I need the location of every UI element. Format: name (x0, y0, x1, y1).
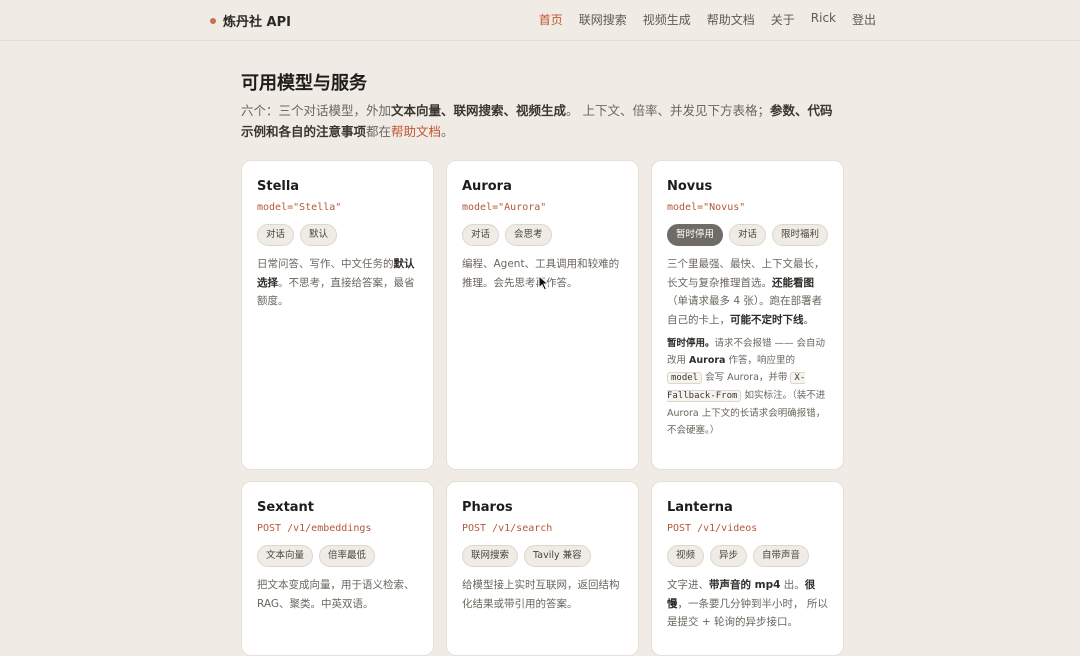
brand-logo[interactable]: 炼丹社 API (210, 11, 291, 30)
card-title: Sextant (257, 500, 315, 515)
desc-text: 文字进、 (667, 579, 709, 591)
intro-text: 都在 (366, 124, 392, 139)
desc-text: 日常问答、写作、中文任务的 (257, 258, 394, 270)
suspension-note: 暂时停用。请求不会报错 —— 会自动改用 Aurora 作答，响应里的 mode… (667, 335, 828, 439)
tag-video: 视频 (667, 545, 705, 567)
tag-chat: 对话 (462, 224, 500, 246)
card-title: Lanterna (667, 500, 733, 515)
tag-suspended: 暂时停用 (667, 224, 723, 246)
desc-highlight-vision: 还能看图 (772, 276, 814, 289)
card-title: Stella (257, 179, 300, 194)
service-card-sextant: Sextant POST /v1/embeddings 文本向量 倍率最低 把文… (241, 481, 434, 656)
tag-with-audio: 自带声音 (753, 545, 810, 567)
note-text: 作答，响应里的 (725, 355, 795, 366)
card-model-code: model="Stella" (257, 202, 342, 213)
card-description: 三个里最强、最快、上下文最长，长文与复杂推理首选。还能看图（单请求最多 4 张）… (667, 255, 828, 329)
service-card-lanterna: Lanterna POST /v1/videos 视频 异步 自带声音 文字进、… (651, 481, 844, 656)
note-highlight-aurora: Aurora (689, 355, 726, 366)
tag-chat: 对话 (729, 224, 766, 246)
card-tags: 文本向量 倍率最低 (257, 545, 418, 567)
model-card-novus: Novus model="Novus" 暂时停用 对话 限时福利 三个里最强、最… (651, 160, 844, 470)
desc-text: ，一条要几分钟到半小时， 所以是提交 + 轮询的异步接口。 (667, 597, 828, 629)
card-endpoint: POST /v1/embeddings (257, 523, 372, 534)
card-description: 给模型接上实时互联网，返回结构化结果或带引用的答案。 (462, 579, 620, 610)
service-card-pharos: Pharos POST /v1/search 联网搜索 Tavily 兼容 给模… (446, 481, 639, 656)
tag-thinking: 会思考 (505, 224, 552, 246)
desc-highlight-mp4: 带声音的 mp4 (709, 579, 781, 591)
card-description: 把文本变成向量，用于语义检索、RAG、聚类。中英双语。 (257, 579, 415, 610)
card-description: 文字进、带声音的 mp4 出。很慢，一条要几分钟到半小时， 所以是提交 + 轮询… (667, 576, 828, 632)
nav-item-logout[interactable]: 登出 (852, 11, 876, 28)
card-endpoint: POST /v1/search (462, 523, 553, 534)
tag-default: 默认 (300, 224, 338, 246)
card-tags: 联网搜索 Tavily 兼容 (462, 545, 623, 567)
nav-item-web-search[interactable]: 联网搜索 (579, 11, 627, 28)
desc-text: 。不思考，直接给答案，最省额度。 (257, 276, 415, 308)
nav-item-home[interactable]: 首页 (539, 11, 563, 28)
desc-text: 出。 (780, 579, 805, 591)
tag-embedding: 文本向量 (257, 545, 314, 567)
desc-highlight-offline: 可能不定时下线 (730, 313, 804, 326)
intro-text: 。 上下文、倍率、并发见下方表格； (566, 103, 771, 118)
top-navbar: 炼丹社 API 首页 联网搜索 视频生成 帮助文档 关于 Rick 登出 (0, 0, 1080, 41)
nav-item-about[interactable]: 关于 (771, 11, 795, 28)
nav-item-user[interactable]: Rick (811, 11, 836, 28)
model-card-aurora: Aurora model="Aurora" 对话 会思考 编程、Agent、工具… (446, 160, 639, 470)
mouse-cursor-icon (538, 275, 550, 291)
intro-paragraph: 六个：三个对话模型，外加文本向量、联网搜索、视频生成。 上下文、倍率、并发见下方… (241, 100, 841, 142)
note-heading: 暂时停用。 (667, 338, 715, 349)
tag-web-search: 联网搜索 (462, 545, 519, 567)
note-code-model: model (667, 372, 703, 384)
nav-item-video-generation[interactable]: 视频生成 (643, 11, 691, 28)
card-title: Novus (667, 179, 713, 194)
desc-text: 。 (803, 313, 815, 326)
docs-link[interactable]: 帮助文档 (391, 124, 441, 139)
card-tags: 视频 异步 自带声音 (667, 545, 828, 567)
page-title: 可用模型与服务 (241, 73, 367, 94)
card-tags: 暂时停用 对话 限时福利 (667, 224, 828, 246)
tag-async: 异步 (710, 545, 748, 567)
note-text: 会写 Aurora，并带 (702, 372, 791, 383)
card-model-code: model="Novus" (667, 202, 746, 213)
model-card-stella: Stella model="Stella" 对话 默认 日常问答、写作、中文任务… (241, 160, 434, 470)
tag-limited-offer: 限时福利 (772, 224, 828, 246)
intro-text: 。 (441, 124, 454, 139)
tag-lowest-rate: 倍率最低 (319, 545, 376, 567)
nav-item-docs[interactable]: 帮助文档 (707, 11, 755, 28)
card-model-code: model="Aurora" (462, 202, 547, 213)
brand-dot-icon (210, 17, 216, 24)
intro-highlight-services: 文本向量、联网搜索、视频生成 (391, 103, 567, 118)
main-nav: 首页 联网搜索 视频生成 帮助文档 关于 Rick 登出 (539, 11, 876, 28)
card-title: Aurora (462, 179, 512, 194)
card-endpoint: POST /v1/videos (667, 523, 758, 534)
tag-chat: 对话 (257, 224, 295, 246)
card-tags: 对话 默认 (257, 224, 418, 246)
card-title: Pharos (462, 500, 513, 515)
brand-name: 炼丹社 API (223, 15, 291, 30)
intro-text: 六个：三个对话模型，外加 (241, 103, 392, 118)
card-description: 日常问答、写作、中文任务的默认选择。不思考，直接给答案，最省额度。 (257, 255, 418, 311)
tag-tavily-compatible: Tavily 兼容 (524, 545, 591, 567)
card-tags: 对话 会思考 (462, 224, 623, 246)
